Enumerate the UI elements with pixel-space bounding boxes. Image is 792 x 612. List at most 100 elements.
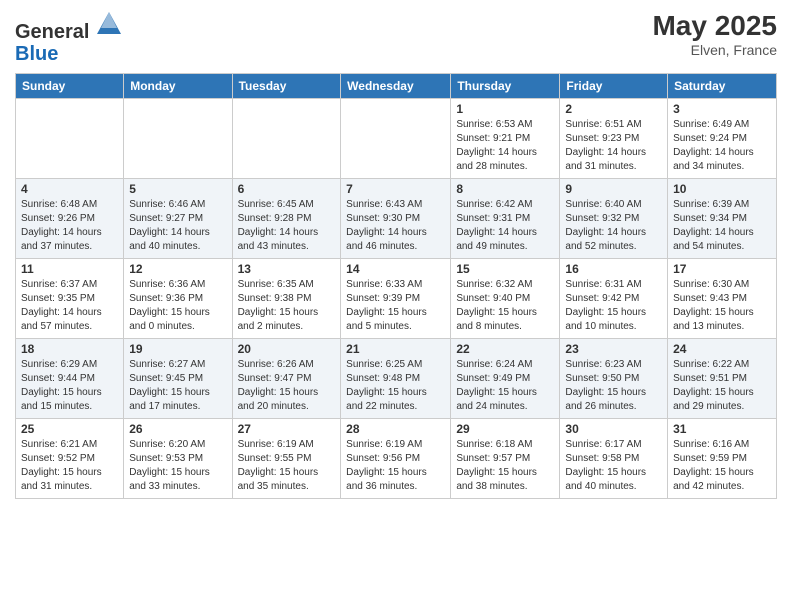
calendar-cell xyxy=(16,99,124,179)
calendar-week-row: 11 Sunrise: 6:37 AM Sunset: 9:35 PM Dayli… xyxy=(16,259,777,339)
calendar-cell: 13 Sunrise: 6:35 AM Sunset: 9:38 PM Dayli… xyxy=(232,259,341,339)
calendar-week-row: 18 Sunrise: 6:29 AM Sunset: 9:44 PM Dayli… xyxy=(16,339,777,419)
calendar-cell: 19 Sunrise: 6:27 AM Sunset: 9:45 PM Dayli… xyxy=(124,339,232,419)
day-info: Sunrise: 6:21 AM Sunset: 9:52 PM Dayligh… xyxy=(21,438,118,494)
day-number: 11 xyxy=(21,262,118,276)
calendar-cell: 3Sunrise: 6:49 AM Sunset: 9:24 PM Daylig… xyxy=(668,99,777,179)
weekday-header: Thursday xyxy=(451,74,560,99)
header-row: SundayMondayTuesdayWednesdayThursdayFrid… xyxy=(16,74,777,99)
logo-icon xyxy=(89,21,123,43)
calendar-cell: 2Sunrise: 6:51 AM Sunset: 9:23 PM Daylig… xyxy=(560,99,668,179)
calendar-cell: 27 Sunrise: 6:19 AM Sunset: 9:55 PM Dayli… xyxy=(232,419,341,499)
calendar-cell: 25 Sunrise: 6:21 AM Sunset: 9:52 PM Dayli… xyxy=(16,419,124,499)
day-number: 15 xyxy=(456,262,554,276)
calendar-cell: 31 Sunrise: 6:16 AM Sunset: 9:59 PM Dayli… xyxy=(668,419,777,499)
day-info: Sunrise: 6:46 AM Sunset: 9:27 PM Dayligh… xyxy=(129,198,226,254)
calendar-cell: 18 Sunrise: 6:29 AM Sunset: 9:44 PM Dayli… xyxy=(16,339,124,419)
day-info: Sunrise: 6:29 AM Sunset: 9:44 PM Dayligh… xyxy=(21,358,118,414)
day-info: Sunrise: 6:37 AM Sunset: 9:35 PM Dayligh… xyxy=(21,278,118,334)
day-number: 8 xyxy=(456,182,554,196)
day-number: 18 xyxy=(21,342,118,356)
day-info: Sunrise: 6:43 AM Sunset: 9:30 PM Dayligh… xyxy=(346,198,445,254)
logo-general-text: General xyxy=(15,21,89,43)
day-info: Sunrise: 6:17 AM Sunset: 9:58 PM Dayligh… xyxy=(565,438,662,494)
day-info: Sunrise: 6:53 AM Sunset: 9:21 PM Dayligh… xyxy=(456,118,554,174)
calendar-cell: 8 Sunrise: 6:42 AM Sunset: 9:31 PM Daylig… xyxy=(451,179,560,259)
calendar-cell: 10 Sunrise: 6:39 AM Sunset: 9:34 PM Dayli… xyxy=(668,179,777,259)
day-number: 31 xyxy=(673,422,771,436)
calendar-table: SundayMondayTuesdayWednesdayThursdayFrid… xyxy=(15,73,777,499)
day-number: 23 xyxy=(565,342,662,356)
calendar-cell: 28 Sunrise: 6:19 AM Sunset: 9:56 PM Dayli… xyxy=(341,419,451,499)
header: General Blue May 2025 Elven, France xyxy=(15,10,777,65)
day-number: 29 xyxy=(456,422,554,436)
calendar-cell: 24 Sunrise: 6:22 AM Sunset: 9:51 PM Dayli… xyxy=(668,339,777,419)
day-info: Sunrise: 6:19 AM Sunset: 9:56 PM Dayligh… xyxy=(346,438,445,494)
calendar-week-row: 4Sunrise: 6:48 AM Sunset: 9:26 PM Daylig… xyxy=(16,179,777,259)
day-number: 28 xyxy=(346,422,445,436)
day-number: 20 xyxy=(238,342,336,356)
day-info: Sunrise: 6:33 AM Sunset: 9:39 PM Dayligh… xyxy=(346,278,445,334)
calendar-cell: 21 Sunrise: 6:25 AM Sunset: 9:48 PM Dayli… xyxy=(341,339,451,419)
day-info: Sunrise: 6:20 AM Sunset: 9:53 PM Dayligh… xyxy=(129,438,226,494)
day-info: Sunrise: 6:45 AM Sunset: 9:28 PM Dayligh… xyxy=(238,198,336,254)
day-info: Sunrise: 6:24 AM Sunset: 9:49 PM Dayligh… xyxy=(456,358,554,414)
day-info: Sunrise: 6:36 AM Sunset: 9:36 PM Dayligh… xyxy=(129,278,226,334)
day-number: 24 xyxy=(673,342,771,356)
weekday-header: Wednesday xyxy=(341,74,451,99)
logo: General Blue xyxy=(15,10,123,65)
day-number: 1 xyxy=(456,102,554,116)
day-number: 6 xyxy=(238,182,336,196)
day-info: Sunrise: 6:32 AM Sunset: 9:40 PM Dayligh… xyxy=(456,278,554,334)
location: Elven, France xyxy=(652,42,777,58)
calendar-cell: 5 Sunrise: 6:46 AM Sunset: 9:27 PM Daylig… xyxy=(124,179,232,259)
calendar-cell: 11 Sunrise: 6:37 AM Sunset: 9:35 PM Dayli… xyxy=(16,259,124,339)
day-number: 5 xyxy=(129,182,226,196)
calendar-cell: 29Sunrise: 6:18 AM Sunset: 9:57 PM Dayli… xyxy=(451,419,560,499)
calendar-cell: 9 Sunrise: 6:40 AM Sunset: 9:32 PM Daylig… xyxy=(560,179,668,259)
calendar-cell: 6 Sunrise: 6:45 AM Sunset: 9:28 PM Daylig… xyxy=(232,179,341,259)
day-info: Sunrise: 6:30 AM Sunset: 9:43 PM Dayligh… xyxy=(673,278,771,334)
day-info: Sunrise: 6:35 AM Sunset: 9:38 PM Dayligh… xyxy=(238,278,336,334)
calendar-cell: 30Sunrise: 6:17 AM Sunset: 9:58 PM Dayli… xyxy=(560,419,668,499)
day-number: 26 xyxy=(129,422,226,436)
day-info: Sunrise: 6:31 AM Sunset: 9:42 PM Dayligh… xyxy=(565,278,662,334)
day-number: 9 xyxy=(565,182,662,196)
day-number: 3 xyxy=(673,102,771,116)
day-info: Sunrise: 6:26 AM Sunset: 9:47 PM Dayligh… xyxy=(238,358,336,414)
day-number: 19 xyxy=(129,342,226,356)
day-number: 7 xyxy=(346,182,445,196)
day-info: Sunrise: 6:42 AM Sunset: 9:31 PM Dayligh… xyxy=(456,198,554,254)
calendar-cell: 16 Sunrise: 6:31 AM Sunset: 9:42 PM Dayli… xyxy=(560,259,668,339)
day-info: Sunrise: 6:16 AM Sunset: 9:59 PM Dayligh… xyxy=(673,438,771,494)
weekday-header: Monday xyxy=(124,74,232,99)
calendar-cell xyxy=(124,99,232,179)
title-block: May 2025 Elven, France xyxy=(652,10,777,58)
weekday-header: Saturday xyxy=(668,74,777,99)
day-number: 10 xyxy=(673,182,771,196)
day-number: 27 xyxy=(238,422,336,436)
day-info: Sunrise: 6:40 AM Sunset: 9:32 PM Dayligh… xyxy=(565,198,662,254)
day-info: Sunrise: 6:25 AM Sunset: 9:48 PM Dayligh… xyxy=(346,358,445,414)
day-number: 25 xyxy=(21,422,118,436)
calendar-cell: 20 Sunrise: 6:26 AM Sunset: 9:47 PM Dayli… xyxy=(232,339,341,419)
calendar-cell: 22Sunrise: 6:24 AM Sunset: 9:49 PM Dayli… xyxy=(451,339,560,419)
day-number: 21 xyxy=(346,342,445,356)
weekday-header: Sunday xyxy=(16,74,124,99)
day-info: Sunrise: 6:19 AM Sunset: 9:55 PM Dayligh… xyxy=(238,438,336,494)
day-info: Sunrise: 6:27 AM Sunset: 9:45 PM Dayligh… xyxy=(129,358,226,414)
calendar-cell: 26 Sunrise: 6:20 AM Sunset: 9:53 PM Dayli… xyxy=(124,419,232,499)
calendar-cell: 15 Sunrise: 6:32 AM Sunset: 9:40 PM Dayli… xyxy=(451,259,560,339)
day-number: 4 xyxy=(21,182,118,196)
day-info: Sunrise: 6:23 AM Sunset: 9:50 PM Dayligh… xyxy=(565,358,662,414)
day-info: Sunrise: 6:22 AM Sunset: 9:51 PM Dayligh… xyxy=(673,358,771,414)
calendar-cell: 14Sunrise: 6:33 AM Sunset: 9:39 PM Dayli… xyxy=(341,259,451,339)
day-number: 13 xyxy=(238,262,336,276)
day-number: 17 xyxy=(673,262,771,276)
month-year: May 2025 xyxy=(652,10,777,42)
day-number: 16 xyxy=(565,262,662,276)
day-info: Sunrise: 6:51 AM Sunset: 9:23 PM Dayligh… xyxy=(565,118,662,174)
day-info: Sunrise: 6:39 AM Sunset: 9:34 PM Dayligh… xyxy=(673,198,771,254)
calendar-cell xyxy=(232,99,341,179)
weekday-header: Tuesday xyxy=(232,74,341,99)
